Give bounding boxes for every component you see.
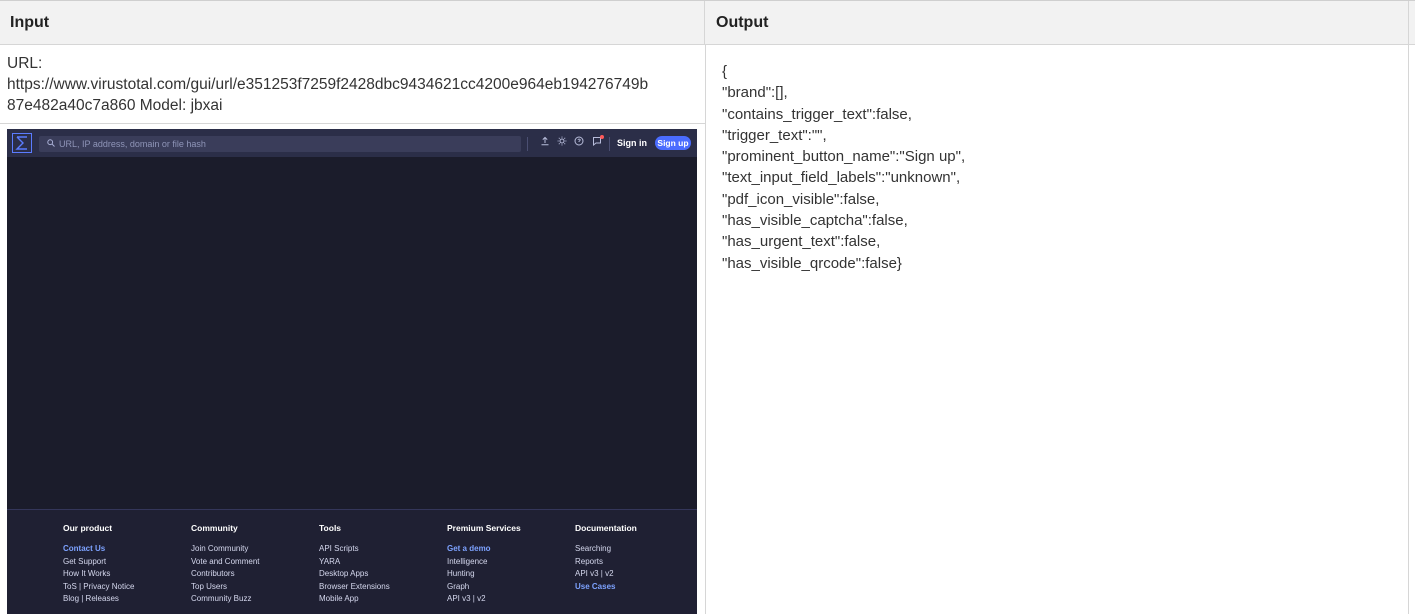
footer-link[interactable]: YARA bbox=[319, 556, 439, 569]
column-divider bbox=[705, 45, 706, 614]
footer-link[interactable]: Top Users bbox=[191, 581, 311, 594]
footer-column: Our product Contact Us Get Support How It W… bbox=[63, 522, 183, 606]
upload-icon[interactable] bbox=[537, 135, 553, 151]
json-output-line: "brand":[], bbox=[722, 84, 788, 102]
toolbar-separator bbox=[609, 137, 610, 151]
footer-link[interactable]: API Scripts bbox=[319, 543, 439, 556]
help-icon-glyph bbox=[574, 136, 584, 146]
json-output-line: "has_visible_captcha":false, bbox=[722, 212, 908, 230]
footer-column-title: Our product bbox=[63, 523, 113, 533]
url-label: URL: bbox=[7, 55, 43, 72]
theme-icon-glyph bbox=[557, 136, 567, 146]
footer-link[interactable]: Get Support bbox=[63, 556, 183, 569]
search-input[interactable] bbox=[59, 136, 514, 152]
comparison-table: Input Output URL: https://www.virustotal… bbox=[0, 0, 1415, 614]
website-screenshot: Sign in Sign up Our productContact UsGet… bbox=[7, 129, 697, 614]
upload-icon-glyph bbox=[541, 136, 549, 146]
sign-up-button[interactable]: Sign up bbox=[655, 136, 691, 150]
json-output-line: "has_urgent_text":false, bbox=[722, 233, 881, 251]
url-line-2: 87e482a40c7a860 Model: jbxai bbox=[7, 97, 223, 114]
footer-link[interactable]: Desktop Apps bbox=[319, 568, 439, 581]
footer-link[interactable]: Reports bbox=[575, 556, 695, 569]
table-right-border bbox=[1408, 1, 1409, 614]
sigma-logo-icon-glyph bbox=[15, 136, 27, 150]
footer-link[interactable]: API v3 | v2 bbox=[575, 568, 695, 581]
output-column-header: Output bbox=[716, 14, 769, 31]
table-header-row: Input Output bbox=[0, 1, 1415, 45]
footer-link[interactable]: Contributors bbox=[191, 568, 311, 581]
footer-column-title: Tools bbox=[319, 523, 342, 533]
json-output-line: "text_input_field_labels":"unknown", bbox=[722, 169, 961, 187]
search-bar[interactable] bbox=[39, 136, 521, 152]
toolbar-separator bbox=[527, 137, 528, 151]
footer-link[interactable]: Contact Us bbox=[63, 543, 183, 556]
footer-link[interactable]: Join Community bbox=[191, 543, 311, 556]
notification-dot bbox=[600, 135, 604, 139]
json-output-line: "contains_trigger_text":false, bbox=[722, 105, 912, 123]
theme-icon[interactable] bbox=[554, 135, 570, 151]
json-output-line: { bbox=[722, 63, 728, 80]
footer-link[interactable]: Mobile App bbox=[319, 593, 439, 606]
footer-link[interactable]: Graph bbox=[447, 581, 567, 594]
footer-column: Tools API Scripts YARA Desktop Apps Browser … bbox=[319, 522, 439, 606]
footer-column: Premium Services Get a demo Intelligence Hu… bbox=[447, 522, 567, 606]
site-footer: Our product Contact Us Get Support How It W… bbox=[7, 509, 697, 614]
top-navigation-bar: Sign in Sign up bbox=[7, 129, 697, 157]
footer-column-title: Community bbox=[191, 523, 238, 533]
footer-column-title: Documentation bbox=[575, 523, 637, 533]
json-output-line: "trigger_text":"", bbox=[722, 126, 827, 144]
footer-link[interactable]: Hunting bbox=[447, 568, 567, 581]
json-output-line: "pdf_icon_visible":false, bbox=[722, 190, 880, 208]
footer-link[interactable]: API v3 | v2 bbox=[447, 593, 567, 606]
search-icon-glyph bbox=[47, 139, 55, 147]
footer-link[interactable]: Intelligence bbox=[447, 556, 567, 569]
footer-link[interactable]: ToS | Privacy Notice bbox=[63, 581, 183, 594]
footer-link[interactable]: Browser Extensions bbox=[319, 581, 439, 594]
footer-link[interactable]: Use Cases bbox=[575, 581, 695, 594]
search-icon bbox=[47, 138, 55, 150]
url-divider bbox=[0, 123, 705, 124]
footer-link[interactable]: Vote and Comment bbox=[191, 556, 311, 569]
json-output-line: "has_visible_qrcode":false} bbox=[722, 254, 902, 272]
footer-column: Community Join Community Vote and Comment C… bbox=[191, 522, 311, 606]
sign-in-link[interactable]: Sign in bbox=[617, 137, 647, 149]
footer-column: Documentation Searching Reports API v3 | v2… bbox=[575, 522, 695, 593]
sigma-logo-icon[interactable] bbox=[12, 133, 32, 153]
input-column-header: Input bbox=[0, 1, 705, 45]
url-line-1: https://www.virustotal.com/gui/url/e3512… bbox=[7, 76, 649, 93]
json-output-line: "prominent_button_name":"Sign up", bbox=[722, 148, 966, 166]
help-icon[interactable] bbox=[571, 135, 587, 151]
footer-link[interactable]: Blog | Releases bbox=[63, 593, 183, 606]
footer-link[interactable]: Searching bbox=[575, 543, 695, 556]
footer-column-title: Premium Services bbox=[447, 523, 521, 533]
json-output: { "brand":[], "contains_trigger_text":fals… bbox=[722, 61, 1402, 274]
url-description: URL: https://www.virustotal.com/gui/url/… bbox=[7, 53, 699, 116]
footer-link[interactable]: Get a demo bbox=[447, 543, 567, 556]
footer-link[interactable]: How It Works bbox=[63, 568, 183, 581]
footer-link[interactable]: Community Buzz bbox=[191, 593, 311, 606]
